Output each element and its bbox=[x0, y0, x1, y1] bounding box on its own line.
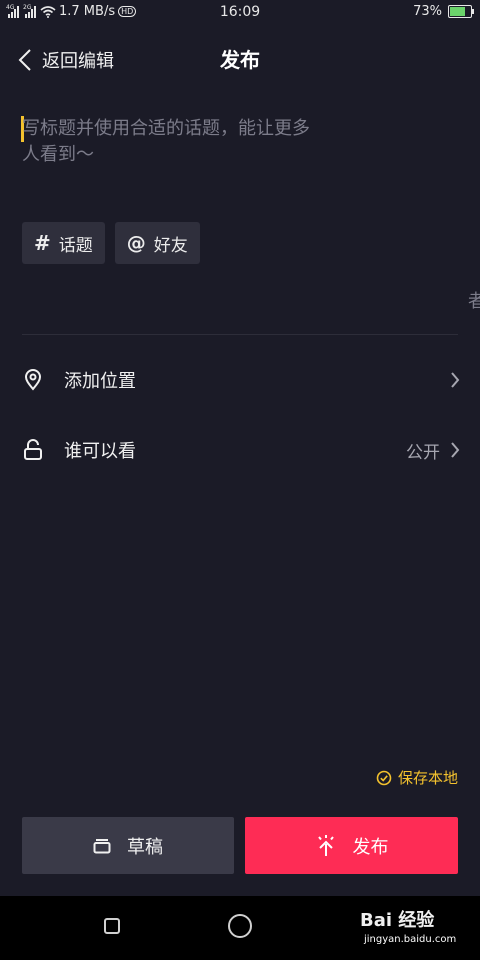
status-right: 73% bbox=[413, 4, 474, 19]
home-button[interactable] bbox=[228, 914, 252, 938]
battery-fill bbox=[450, 7, 465, 16]
truncated-text: 者 bbox=[468, 291, 480, 312]
save-local-toggle[interactable]: 保存本地 bbox=[376, 767, 458, 788]
divider bbox=[22, 334, 458, 335]
at-icon: @ bbox=[126, 232, 146, 254]
visibility-value: 公开 bbox=[406, 442, 440, 463]
draft-button[interactable]: 草稿 bbox=[22, 817, 234, 874]
location-pin-icon bbox=[24, 369, 42, 391]
chevron-right-icon bbox=[451, 442, 460, 458]
caption-input[interactable]: 写标题并使用合适的话题，能让更多人看到～ bbox=[22, 116, 322, 168]
topic-label: 话题 bbox=[58, 235, 93, 256]
watermark-logo: Bai 经验 jingyan.baidu.com bbox=[360, 904, 472, 952]
header: 返回编辑 发布 bbox=[0, 40, 480, 80]
publish-button[interactable]: 发布 bbox=[245, 817, 458, 874]
draft-label: 草稿 bbox=[127, 836, 163, 858]
hashtag-icon: # bbox=[34, 231, 51, 255]
upload-spark-icon bbox=[317, 834, 334, 856]
unlock-icon bbox=[24, 439, 42, 460]
chevron-right-icon bbox=[451, 372, 460, 388]
visibility-row[interactable]: 谁可以看 公开 bbox=[22, 429, 460, 471]
check-circle-icon bbox=[376, 770, 392, 785]
battery-percent: 73% bbox=[413, 4, 442, 19]
save-local-label: 保存本地 bbox=[397, 769, 458, 787]
battery-icon bbox=[448, 5, 474, 18]
clock: 16:09 bbox=[219, 4, 261, 20]
friend-label: 好友 bbox=[153, 235, 188, 256]
status-bar: 4G 2G 1.7 MB/s HD 16:09 73% bbox=[0, 0, 480, 26]
watermark-brand: Bai 经验 bbox=[360, 910, 435, 931]
row-right bbox=[450, 371, 460, 389]
visibility-label: 谁可以看 bbox=[64, 441, 136, 462]
topic-button[interactable]: # 话题 bbox=[22, 222, 105, 264]
add-location-label: 添加位置 bbox=[64, 371, 136, 392]
system-nav-bar: Bai 经验 jingyan.baidu.com bbox=[0, 896, 480, 960]
draft-box-icon bbox=[93, 838, 111, 853]
recent-apps-button[interactable] bbox=[104, 918, 120, 934]
page-title: 发布 bbox=[220, 48, 260, 72]
friend-button[interactable]: @ 好友 bbox=[114, 222, 200, 264]
chip-row: # 话题 @ 好友 bbox=[22, 222, 200, 264]
publish-label: 发布 bbox=[352, 836, 389, 858]
add-location-row[interactable]: 添加位置 bbox=[22, 359, 460, 401]
row-right: 公开 bbox=[406, 438, 460, 463]
watermark-url: jingyan.baidu.com bbox=[364, 934, 457, 945]
